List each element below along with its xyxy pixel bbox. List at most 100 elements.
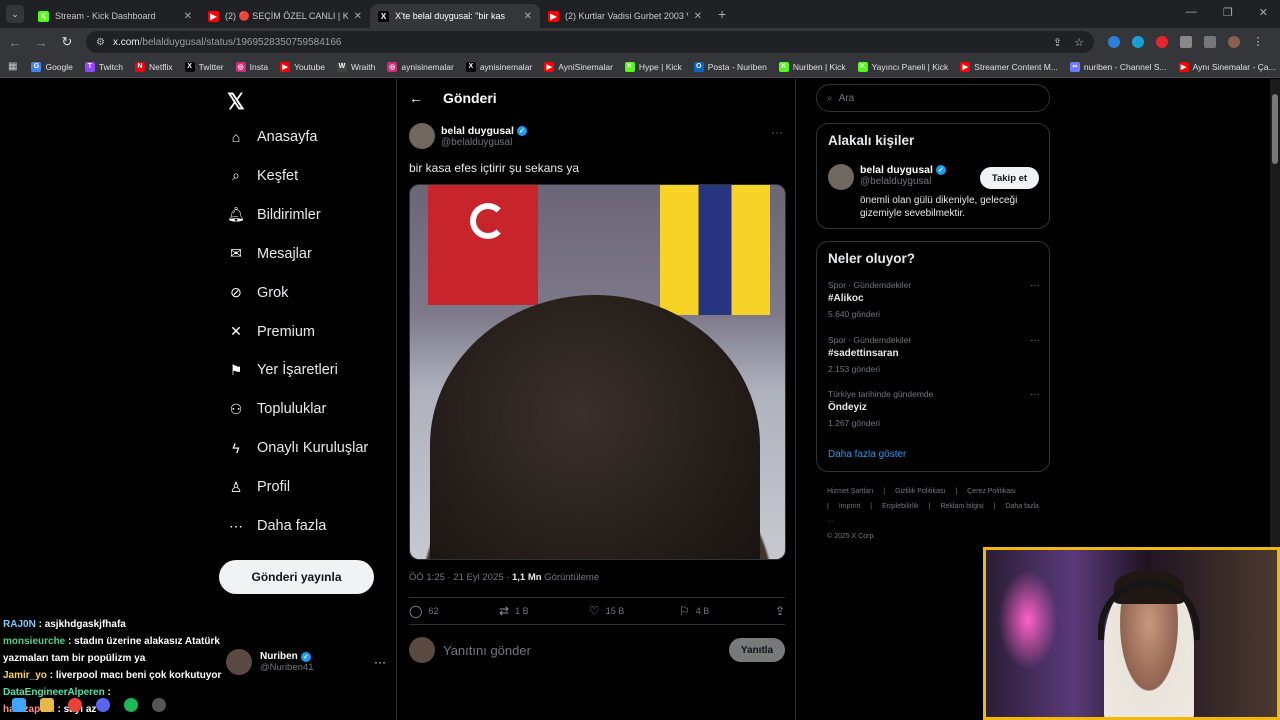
follow-button[interactable]: Takip et: [980, 167, 1039, 189]
post-timestamp[interactable]: ÖÖ 1:25 · 21 Eyl 2025 ·: [409, 572, 512, 583]
nav-item-1[interactable]: ⌂ Anasayfa: [227, 128, 318, 146]
bookmark-item[interactable]: X Twitter: [184, 61, 224, 72]
nav-item-7[interactable]: ⚑ Yer İşaretleri: [227, 361, 338, 379]
avatar[interactable]: [828, 164, 854, 190]
bookmark-item[interactable]: ▶ Streamer Content M...: [960, 61, 1058, 72]
browser-tab[interactable]: ▶ (2) 🔴 SEÇİM ÖZEL CANLI | Kul ✕: [200, 4, 370, 28]
more-options-icon[interactable]: ···: [1030, 280, 1040, 291]
bookmark-item[interactable]: O Posta - Nuriben: [693, 61, 767, 72]
bookmark-item[interactable]: K Hype | Kick: [624, 61, 682, 72]
nav-item-10[interactable]: ♙ Profil: [227, 478, 290, 496]
trend-item[interactable]: Türkiye tarihinde gündemde Öndeyiz 1.267 g…: [828, 389, 1040, 428]
bookmark-item[interactable]: ▶ AyniSinemalar: [544, 61, 613, 72]
more-options-icon[interactable]: ···: [1030, 389, 1040, 400]
nav-item-4[interactable]: ✉ Mesajlar: [227, 245, 312, 263]
bookmark-item[interactable]: K Yayıncı Paneli | Kick: [857, 61, 948, 72]
trend-item[interactable]: Spor · Gündemdekiler #Alikoc 5.640 gönderi…: [828, 280, 1040, 319]
nav-item-2[interactable]: ⌕ Keşfet: [227, 167, 298, 185]
bookmark-item[interactable]: K Nuriben | Kick: [778, 61, 846, 72]
install-app-icon[interactable]: ⇪: [1053, 36, 1062, 49]
account-switcher[interactable]: Nuriben ✓ @Nuriben41 ···: [226, 642, 386, 682]
related-user-handle[interactable]: @belalduygusal: [860, 176, 946, 187]
x-logo-icon[interactable]: 𝕏: [227, 89, 245, 115]
forward-button[interactable]: →: [30, 35, 52, 50]
search-input[interactable]: ⌕ Ara: [816, 84, 1050, 112]
footer-link[interactable]: Erişilebilirlik: [882, 503, 919, 510]
nav-item-11[interactable]: ⋯ Daha fazla: [227, 517, 326, 535]
back-arrow-icon[interactable]: ←: [409, 90, 423, 106]
bookmark-item[interactable]: G Google: [31, 61, 73, 72]
tab-close-icon[interactable]: ✕: [184, 11, 192, 22]
footer-link[interactable]: Imprint: [839, 503, 860, 510]
new-tab-button[interactable]: +: [718, 6, 726, 22]
post-author[interactable]: belal duygusal ✓ @belalduygusal: [409, 123, 527, 149]
url-bar[interactable]: ⚙ x.com/belalduygusal/status/19695283507…: [86, 31, 1094, 53]
tab-close-icon[interactable]: ✕: [524, 11, 532, 22]
footer-link[interactable]: Gizlilik Politikası: [895, 488, 945, 495]
bookmark-item[interactable]: Xaynisinemalar: [465, 61, 532, 72]
nav-item-6[interactable]: ✕ Premium: [227, 323, 315, 341]
repost-action[interactable]: ⇄ 1 B: [499, 604, 589, 618]
star-icon[interactable]: ☆: [1074, 36, 1084, 49]
spotify-icon[interactable]: [124, 698, 138, 712]
extension-shield-icon[interactable]: [1108, 36, 1120, 48]
post-button[interactable]: Gönderi yayınla: [219, 560, 374, 594]
more-options-icon[interactable]: ···: [771, 125, 783, 139]
author-name[interactable]: belal duygusal: [441, 125, 514, 137]
related-user-name[interactable]: belal duygusal: [860, 164, 933, 176]
minimize-button[interactable]: —: [1186, 6, 1197, 19]
related-user[interactable]: belal duygusal ✓ @belalduygusal: [828, 164, 946, 190]
avatar[interactable]: [409, 123, 435, 149]
obs-icon[interactable]: [152, 698, 166, 712]
footer-link[interactable]: © 2025 X Corp.: [827, 533, 875, 540]
bookmark-item[interactable]: ◎ Insta: [235, 61, 268, 72]
nav-item-8[interactable]: ⚇ Topluluklar: [227, 400, 327, 418]
browser-tab[interactable]: X X'te belal duygusal: "bir kas ✕: [370, 4, 540, 28]
scrollbar-thumb[interactable]: [1272, 94, 1278, 164]
file-explorer-icon[interactable]: [40, 698, 54, 712]
show-more-link[interactable]: Daha fazla göster: [828, 449, 906, 460]
share-icon[interactable]: ⇪: [775, 604, 785, 618]
bookmark-item[interactable]: W Wraith: [336, 61, 375, 72]
more-icon[interactable]: ···: [374, 655, 386, 669]
windows-start-icon[interactable]: [12, 698, 26, 712]
footer-link[interactable]: Çerez Politikası: [967, 488, 1016, 495]
bookmark-item[interactable]: ▶ Aynı Sinemalar - Ça...: [1178, 61, 1276, 72]
nav-item-5[interactable]: ⊘ Grok: [227, 284, 288, 302]
browser-tab[interactable]: ▶ (2) Kurtlar Vadisi Gurbet 2003 V ✕: [540, 4, 710, 28]
extension-blue-icon[interactable]: [1132, 36, 1144, 48]
profile-avatar-icon[interactable]: [1228, 36, 1240, 48]
bookmark-item[interactable]: ∞ nuriben - Channel S...: [1069, 61, 1167, 72]
tab-close-icon[interactable]: ✕: [354, 11, 362, 22]
nav-item-3[interactable]: 🔔︎ Bildirimler: [227, 206, 321, 224]
tab-close-icon[interactable]: ✕: [694, 11, 702, 22]
reply-action[interactable]: ◯ 62: [409, 604, 499, 618]
browser-tab[interactable]: K Stream - Kick Dashboard ✕: [30, 4, 200, 28]
chrome-icon[interactable]: [68, 698, 82, 712]
maximize-button[interactable]: ❐: [1223, 6, 1233, 19]
like-action[interactable]: ♡ 15 B: [589, 604, 679, 618]
author-handle[interactable]: @belalduygusal: [441, 137, 527, 148]
nav-item-9[interactable]: ϟ Onaylı Kuruluşlar: [227, 439, 368, 457]
bookmark-item[interactable]: T Twitch: [84, 61, 123, 72]
footer-link[interactable]: Reklam bilgisi: [940, 503, 983, 510]
footer-link[interactable]: Hizmet Şartları: [827, 488, 873, 495]
apps-grid-icon[interactable]: ▦: [8, 61, 17, 72]
extension-red-icon[interactable]: [1156, 36, 1168, 48]
reading-list-icon[interactable]: [1204, 36, 1216, 48]
extensions-puzzle-icon[interactable]: [1180, 36, 1192, 48]
close-window-button[interactable]: ✕: [1259, 6, 1268, 19]
bookmark-item[interactable]: N Netflix: [134, 61, 173, 72]
bookmark-item[interactable]: ◎ aynisinemalar: [387, 61, 454, 72]
back-button[interactable]: ←: [4, 35, 26, 50]
reload-button[interactable]: ↻: [56, 34, 78, 50]
bookmark-item[interactable]: ▶ Youtube: [280, 61, 325, 72]
post-video[interactable]: [409, 184, 786, 560]
discord-icon[interactable]: [96, 698, 110, 712]
bookmark-action[interactable]: ⚐ 4 B: [679, 604, 769, 618]
more-options-icon[interactable]: ···: [1030, 335, 1040, 346]
browser-menu-icon[interactable]: ⋮: [1252, 36, 1264, 48]
site-info-icon[interactable]: ⚙: [96, 37, 105, 48]
reply-input[interactable]: Yanıtını gönder: [443, 643, 531, 658]
trend-item[interactable]: Spor · Gündemdekiler #sadettinsaran 2.153 …: [828, 335, 1040, 374]
